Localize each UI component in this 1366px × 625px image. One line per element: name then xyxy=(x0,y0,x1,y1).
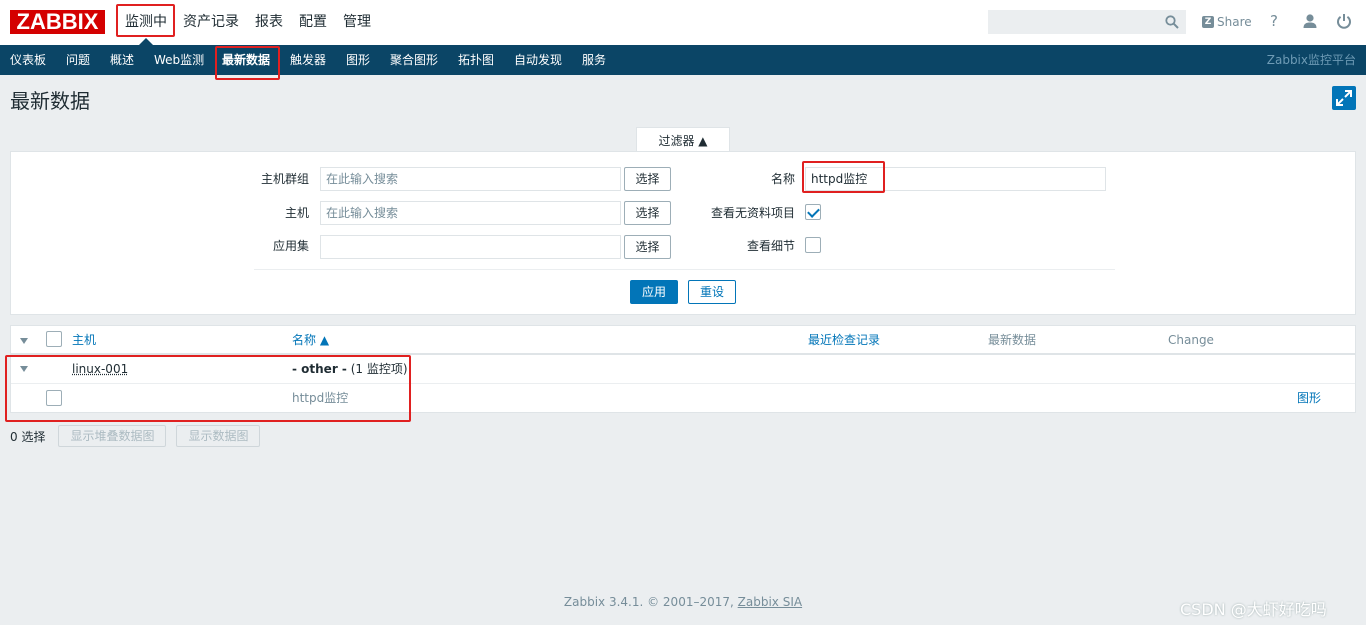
application-select-button[interactable]: 选择 xyxy=(624,235,671,259)
page-title: 最新数据 xyxy=(10,89,90,113)
filter-toggle-tab[interactable]: 过滤器 ▲ xyxy=(636,127,730,153)
name-input[interactable]: httpd监控 xyxy=(805,167,1106,191)
table-header: 主机 名称 ▲ 最近检查记录 最新数据 Change xyxy=(11,326,1355,355)
sub-menu-screens[interactable]: 聚合图形 xyxy=(390,45,438,75)
top-menu-inventory[interactable]: 资产记录 xyxy=(175,0,247,45)
copyright: Zabbix 3.4.1. © 2001–2017, Zabbix SIA xyxy=(0,595,1366,609)
host-group-input[interactable]: 在此输入搜索 xyxy=(320,167,621,191)
sub-menu-latest-data[interactable]: 最新数据 xyxy=(222,45,270,75)
top-menu: 监测中 资产记录 报表 配置 管理 xyxy=(117,0,379,45)
fullscreen-button[interactable] xyxy=(1332,86,1356,110)
watermark: CSDN @大虾好吃吗 xyxy=(1180,600,1327,619)
application-item-count: (1 监控项) xyxy=(350,362,408,376)
sub-menu-discovery[interactable]: 自动发现 xyxy=(514,45,562,75)
top-menu-administration[interactable]: 管理 xyxy=(335,0,379,45)
apply-button[interactable]: 应用 xyxy=(630,280,678,304)
filter-panel: 主机群组 在此输入搜索 选择 主机 在此输入搜索 选择 应用集 选择 名称 ht… xyxy=(10,151,1356,315)
host-group-select-button[interactable]: 选择 xyxy=(624,167,671,191)
host-input[interactable]: 在此输入搜索 xyxy=(320,201,621,225)
zabbix-logo[interactable]: ZABBIX xyxy=(10,10,105,34)
show-items-without-data-label: 查看无资料项目 xyxy=(710,206,795,220)
fullscreen-icon xyxy=(1336,90,1352,106)
reset-button[interactable]: 重设 xyxy=(688,280,736,304)
sub-menu-maps[interactable]: 拓扑图 xyxy=(458,45,494,75)
sub-menu: 仪表板 问题 概述 Web监测 最新数据 触发器 图形 聚合图形 拓扑图 自动发… xyxy=(0,45,1366,75)
filter-divider xyxy=(254,269,1115,270)
application-label: 应用集 xyxy=(272,239,309,253)
table-row-group: linux-001 - other - (1 监控项) xyxy=(11,355,1355,384)
selected-count: 0 选择 xyxy=(10,429,46,444)
table-row-item: httpd监控 图形 xyxy=(11,384,1355,413)
application-group: - other - (1 监控项) xyxy=(292,355,408,383)
host-label: 主机 xyxy=(284,206,309,220)
host-group-label: 主机群组 xyxy=(260,172,309,186)
top-menu-configuration[interactable]: 配置 xyxy=(291,0,335,45)
share-link[interactable]: Z Share xyxy=(1202,13,1252,31)
application-name: - other - xyxy=(292,362,347,376)
select-all-checkbox[interactable] xyxy=(46,331,62,347)
user-profile-icon[interactable] xyxy=(1302,13,1318,29)
zabbix-share-icon: Z xyxy=(1202,16,1214,28)
column-host[interactable]: 主机 xyxy=(72,326,96,354)
show-details-label: 查看细节 xyxy=(746,239,795,253)
collapse-group-icon[interactable] xyxy=(20,366,28,372)
column-change: Change xyxy=(1168,333,1214,347)
display-stacked-graph-button[interactable]: 显示堆叠数据图 xyxy=(58,425,167,447)
top-bar: ZABBIX 监测中 资产记录 报表 配置 管理 Z Share ? xyxy=(0,0,1366,45)
zabbix-sia-link[interactable]: Zabbix SIA xyxy=(738,595,802,609)
column-name[interactable]: 名称 ▲ xyxy=(292,326,329,354)
column-last-value: 最新数据 xyxy=(988,333,1037,347)
item-name: httpd监控 xyxy=(292,391,349,405)
sign-out-icon[interactable] xyxy=(1336,13,1352,29)
application-input[interactable] xyxy=(320,235,621,259)
sub-menu-overview[interactable]: 概述 xyxy=(110,45,134,75)
name-label: 名称 xyxy=(770,172,795,186)
host-select-button[interactable]: 选择 xyxy=(624,201,671,225)
sub-menu-web[interactable]: Web监测 xyxy=(154,45,204,75)
item-graph-link[interactable]: 图形 xyxy=(1297,384,1321,412)
item-checkbox[interactable] xyxy=(46,390,62,406)
top-menu-monitoring[interactable]: 监测中 xyxy=(117,0,175,45)
show-items-without-data-checkbox[interactable] xyxy=(805,204,821,220)
top-menu-reports[interactable]: 报表 xyxy=(247,0,291,45)
host-link[interactable]: linux-001 xyxy=(72,355,128,383)
collapse-all-icon[interactable] xyxy=(20,338,28,344)
column-last-check[interactable]: 最近检查记录 xyxy=(808,326,880,354)
server-name: Zabbix监控平台 xyxy=(1266,53,1356,67)
selection-actions: 0 选择 显示堆叠数据图 显示数据图 xyxy=(10,425,270,447)
search-input[interactable] xyxy=(988,10,1186,34)
copyright-text: Zabbix 3.4.1. © 2001–2017, xyxy=(563,595,734,609)
sub-menu-dashboard[interactable]: 仪表板 xyxy=(10,45,46,75)
display-graph-button[interactable]: 显示数据图 xyxy=(176,425,261,447)
sub-menu-graphs[interactable]: 图形 xyxy=(346,45,370,75)
search-icon[interactable] xyxy=(1165,15,1179,29)
sub-menu-problems[interactable]: 问题 xyxy=(66,45,90,75)
share-label: Share xyxy=(1217,15,1252,29)
help-icon[interactable]: ? xyxy=(1270,12,1278,30)
latest-data-table: 主机 名称 ▲ 最近检查记录 最新数据 Change linux-001 - o… xyxy=(10,325,1356,413)
sub-menu-triggers[interactable]: 触发器 xyxy=(290,45,326,75)
show-details-checkbox[interactable] xyxy=(805,237,821,253)
sub-menu-services[interactable]: 服务 xyxy=(582,45,606,75)
